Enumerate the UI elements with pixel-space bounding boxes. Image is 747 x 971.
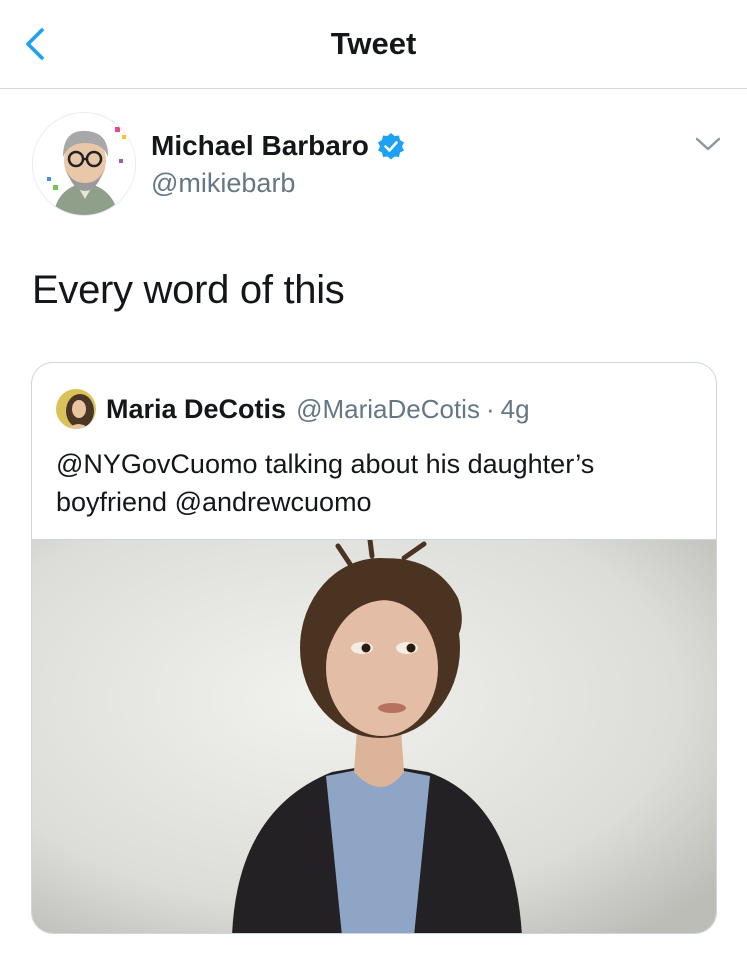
tweet-author: Michael Barbaro @mikiebarb bbox=[32, 112, 722, 216]
quoted-author-name: Maria DeCotis bbox=[106, 393, 287, 424]
quoted-author-handle: @MariaDeCotis bbox=[296, 393, 480, 424]
quoted-timestamp: 4g bbox=[500, 393, 530, 424]
quoted-tweet-card[interactable]: Maria DeCotis @MariaDeCotis · 4g @NYGovC… bbox=[31, 362, 717, 934]
author-avatar[interactable] bbox=[32, 112, 136, 216]
author-name[interactable]: Michael Barbaro bbox=[151, 130, 369, 162]
separator-dot: · bbox=[485, 393, 495, 424]
author-handle[interactable]: @mikiebarb bbox=[151, 168, 295, 199]
author-name-line: Michael Barbaro bbox=[151, 130, 405, 162]
video-frame-image bbox=[32, 540, 716, 933]
tweet-text: Every word of this bbox=[32, 268, 345, 312]
chevron-down-icon[interactable] bbox=[694, 134, 722, 154]
quoted-tweet-text: @NYGovCuomo talking about his daughter’s… bbox=[56, 449, 595, 517]
page-title: Tweet bbox=[330, 26, 417, 61]
quoted-author-avatar bbox=[56, 389, 96, 429]
quoted-tweet-header: Maria DeCotis @MariaDeCotis · 4g bbox=[56, 389, 530, 429]
top-bar: Tweet bbox=[0, 0, 747, 89]
video-thumbnail[interactable] bbox=[32, 539, 716, 933]
verified-badge-icon bbox=[377, 133, 404, 160]
